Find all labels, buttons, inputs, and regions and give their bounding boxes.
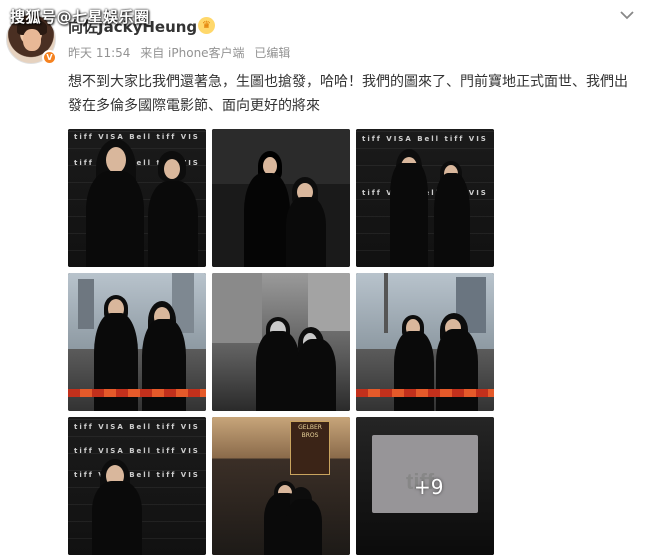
post-time[interactable]: 昨天 11:54 — [68, 46, 130, 60]
backdrop-logos: tiff VISA Bell tiff VISA Bell — [74, 471, 200, 479]
edited-label[interactable]: 已编辑 — [254, 46, 290, 60]
crown-icon: ♛ — [198, 17, 215, 34]
photo-thumbnail[interactable] — [212, 129, 350, 267]
verified-badge: V — [42, 50, 57, 65]
post-source: 来自 iPhone客户端 — [140, 46, 245, 60]
photo-thumbnail[interactable]: tiff VISA Bell tiff VISA Bell tiff VISA … — [68, 417, 206, 555]
backdrop-logos: tiff VISA Bell tiff VISA Bell — [74, 447, 200, 455]
chevron-down-icon[interactable] — [618, 6, 636, 24]
backdrop-logos: tiff VISA Bell tiff VISA Bell — [362, 135, 488, 143]
post-meta: 昨天 11:54 来自 iPhone客户端 已编辑 — [68, 44, 296, 61]
photo-grid: tiff VISA Bell tiff VISA Bell tiff VISA … — [68, 129, 494, 555]
photo-thumbnail[interactable] — [356, 273, 494, 411]
post-text: 想不到大家比我們還著急，生圖也搶發，哈哈！我們的圖來了、門前寶地正式面世、我們出… — [68, 74, 628, 114]
photo-thumbnail[interactable] — [212, 273, 350, 411]
backdrop-logos: tiff VISA Bell tiff VISA Bell — [74, 133, 200, 141]
photo-thumbnail[interactable]: tiff VISA Bell tiff VISA Bell tiff VISA … — [68, 129, 206, 267]
photo-thumbnail-more[interactable]: tiff +9 — [356, 417, 494, 555]
photo-thumbnail[interactable] — [68, 273, 206, 411]
more-photos-count[interactable]: +9 — [414, 475, 443, 499]
store-sign: GELBER BROS — [290, 421, 330, 475]
watermark: 搜狐号@七星娛乐圈 — [10, 8, 150, 26]
backdrop-logos: tiff VISA Bell tiff VISA Bell — [74, 423, 200, 431]
photo-thumbnail[interactable]: GELBER BROS — [212, 417, 350, 555]
photo-thumbnail[interactable]: tiff VISA Bell tiff VISA Bell tiff VISA … — [356, 129, 494, 267]
